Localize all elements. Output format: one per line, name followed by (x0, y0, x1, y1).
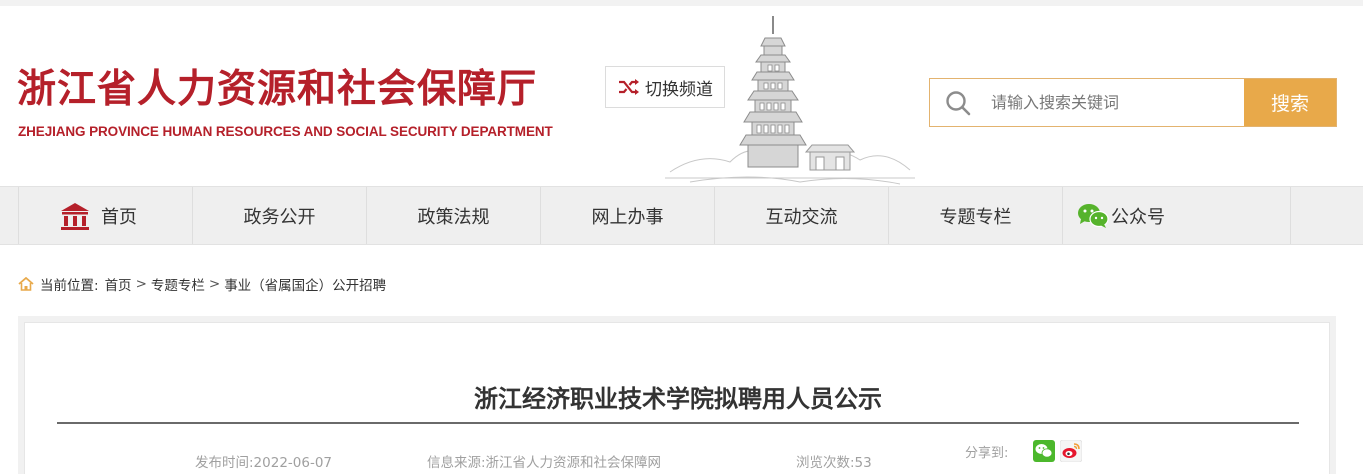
nav-item-policies[interactable]: 政策法规 (367, 187, 541, 244)
breadcrumb-recruitment-link[interactable]: 事业（省属国企）公开招聘 (224, 274, 386, 294)
nav-item-online-services[interactable]: 网上办事 (541, 187, 715, 244)
nav-item-special-topics[interactable]: 专题专栏 (889, 187, 1063, 244)
title-divider (57, 422, 1299, 424)
weibo-share-icon[interactable] (1060, 440, 1082, 462)
main-nav: 首页 政务公开 政策法规 网上办事 互动交流 专题专栏 公众号 (0, 186, 1363, 245)
breadcrumb-separator: > (208, 276, 221, 292)
article-container: 浙江经济职业技术学院拟聘用人员公示 发布时间:2022-06-07 信息来源:浙… (18, 316, 1336, 474)
breadcrumb-prefix: 当前位置: (40, 278, 99, 294)
shuffle-icon (619, 79, 639, 95)
article-title: 浙江经济职业技术学院拟聘用人员公示 (474, 385, 882, 413)
nav-item-gov-affairs[interactable]: 政务公开 (193, 187, 367, 244)
nav-item-home[interactable]: 首页 (19, 187, 193, 244)
site-logo-english[interactable]: ZHEJIANG PROVINCE HUMAN RESOURCES AND SO… (18, 124, 553, 139)
breadcrumb-topics-link[interactable]: 专题专栏 (151, 274, 205, 294)
breadcrumb: 当前位置: 首页 > 专题专栏 > 事业（省属国企）公开招聘 (18, 274, 386, 294)
view-count: 浏览次数:53 (796, 455, 872, 471)
nav-item-interaction[interactable]: 互动交流 (715, 187, 889, 244)
info-source: 信息来源:浙江省人力资源和社会保障网 (427, 455, 662, 471)
search-input[interactable] (985, 79, 1244, 126)
wechat-share-icon[interactable] (1033, 440, 1055, 462)
pagoda-illustration (665, 16, 915, 185)
site-header: 浙江省人力资源和社会保障厅 ZHEJIANG PROVINCE HUMAN RE… (0, 6, 1363, 186)
wechat-icon (1078, 203, 1109, 228)
breadcrumb-home-link[interactable]: 首页 (105, 274, 132, 294)
share-label: 分享到: (965, 446, 1009, 461)
search-bar: 搜索 (929, 78, 1337, 127)
site-logo-chinese[interactable]: 浙江省人力资源和社会保障厅 (17, 58, 537, 114)
nav-item-label: 公众号 (1111, 206, 1165, 228)
article-panel: 浙江经济职业技术学院拟聘用人员公示 发布时间:2022-06-07 信息来源:浙… (24, 322, 1330, 474)
breadcrumb-separator: > (135, 276, 147, 292)
nav-item-wechat-account[interactable]: 公众号 (1063, 187, 1291, 244)
home-icon (61, 202, 89, 230)
location-home-icon (18, 277, 34, 291)
nav-item-label: 首页 (101, 206, 137, 228)
search-button[interactable]: 搜索 (1244, 79, 1336, 126)
search-icon[interactable] (930, 79, 985, 126)
publish-time: 发布时间:2022-06-07 (195, 455, 333, 471)
